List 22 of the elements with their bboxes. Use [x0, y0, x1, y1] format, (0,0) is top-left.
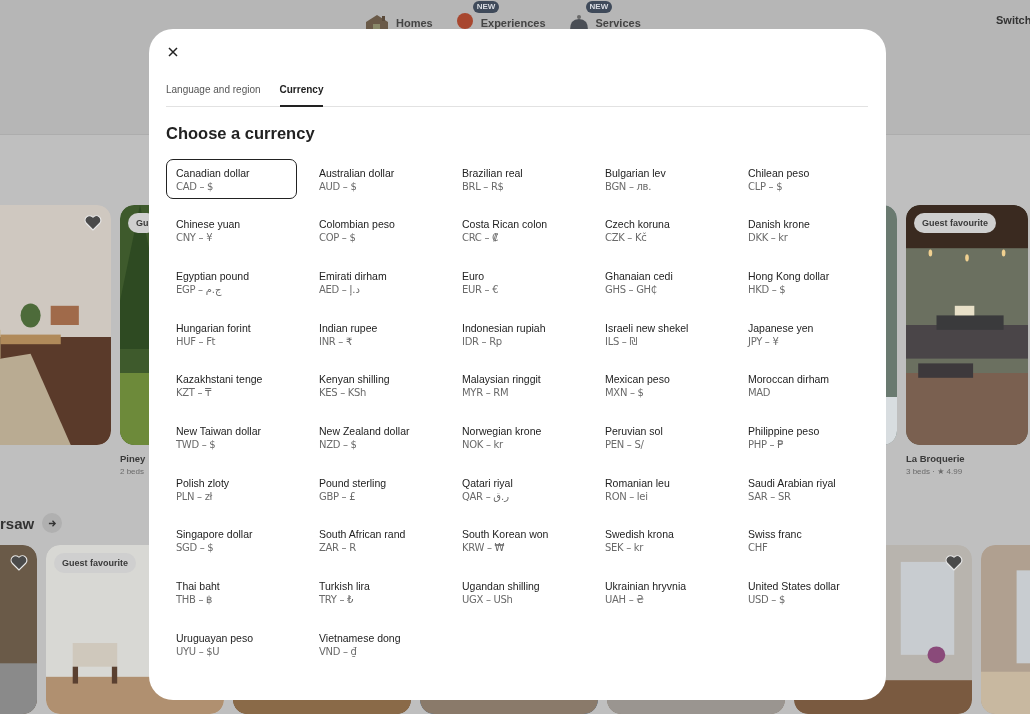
switch-link[interactable]: Switch	[996, 14, 1030, 26]
favourite-badge: Guest favourite	[914, 213, 996, 233]
listing-details: 3 beds · ★ 4.99	[906, 467, 964, 476]
listing-details: 2 beds	[120, 467, 146, 476]
new-badge: NEW	[472, 1, 500, 13]
tab[interactable]: Currency	[279, 84, 324, 107]
listing-title: La Broquerie	[906, 453, 966, 464]
favourite-badge: Guest favourite	[54, 553, 136, 573]
tab[interactable]: Language and region	[166, 84, 261, 107]
currency-option[interactable]: Canadian dollar CAD – $	[166, 159, 297, 199]
nav-link[interactable]: Experiences	[454, 12, 546, 34]
close-button[interactable]	[166, 45, 180, 59]
heart-icon[interactable]	[945, 554, 963, 571]
heart-icon[interactable]	[10, 554, 28, 571]
close-icon	[168, 47, 178, 57]
arrow-icon	[47, 518, 57, 528]
heart-icon[interactable]	[84, 214, 102, 231]
listing-title: Piney	[120, 453, 147, 464]
dialog-title: Choose a currency	[166, 124, 316, 143]
new-badge: NEW	[585, 1, 613, 13]
section-title: rsaw	[0, 514, 35, 532]
arrow-button[interactable]	[42, 513, 63, 533]
